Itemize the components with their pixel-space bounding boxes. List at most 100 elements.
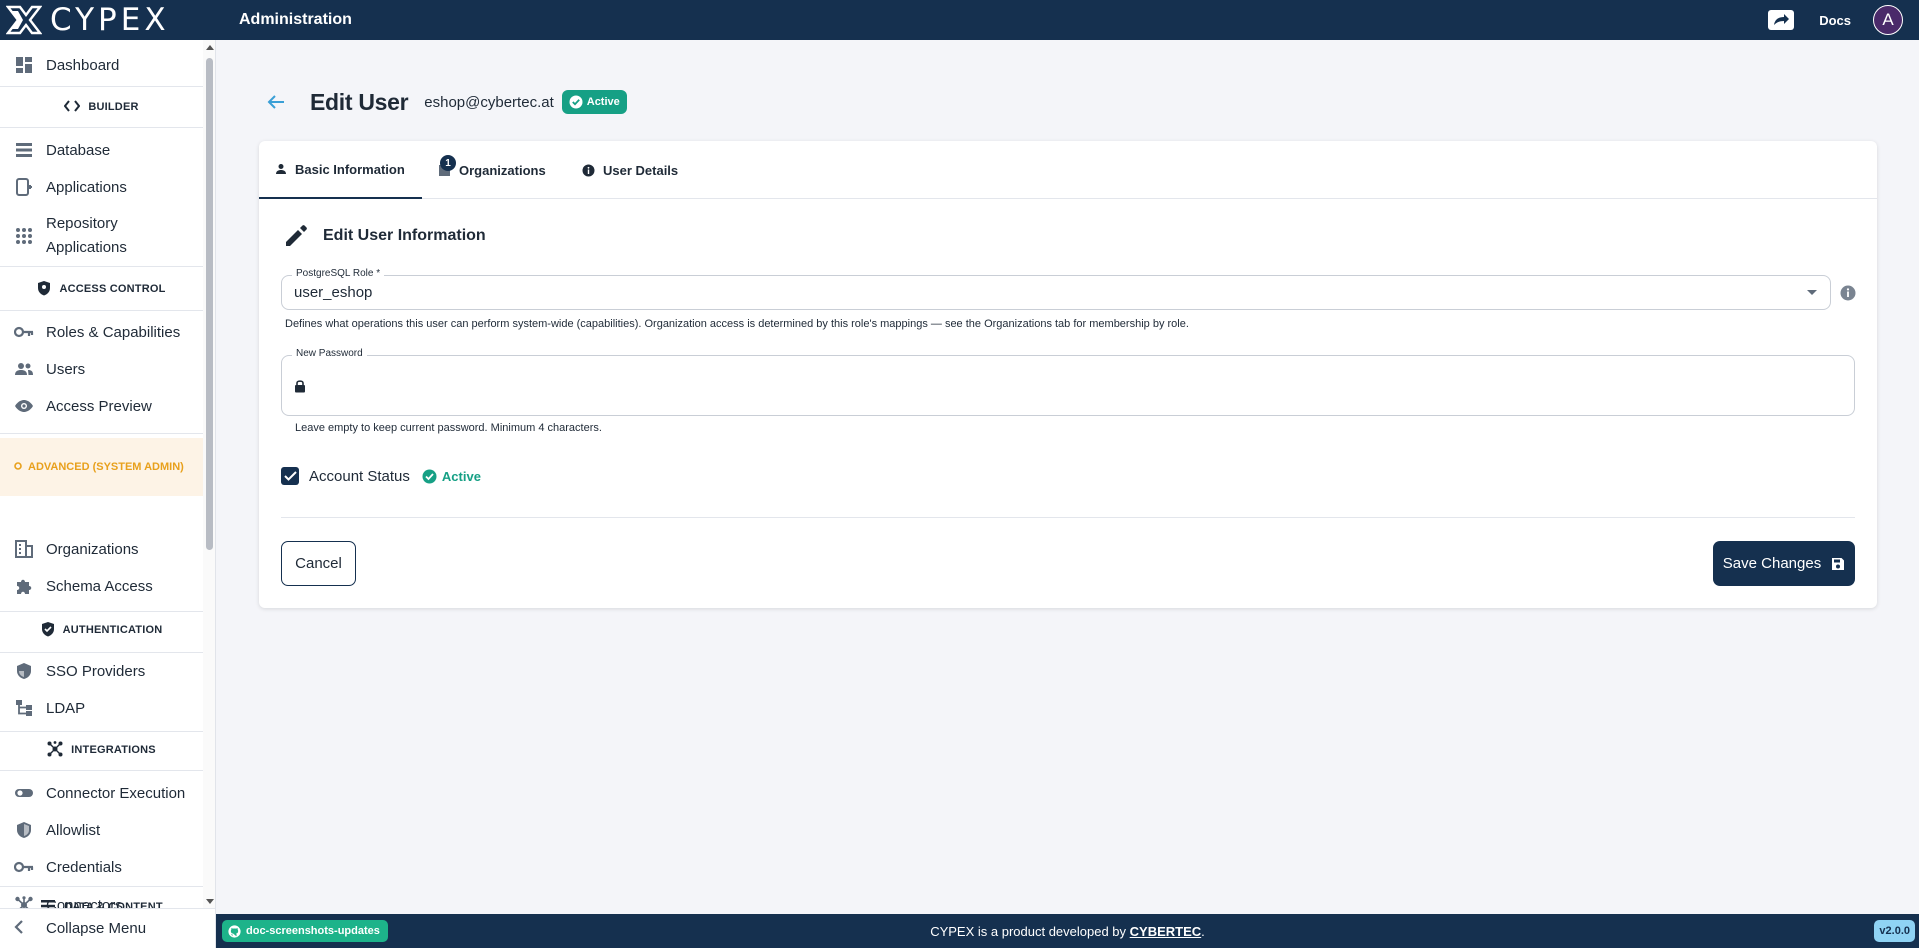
info-icon [582,164,595,176]
section-label: BUILDER [88,101,139,113]
back-button[interactable] [264,90,288,114]
scroll-up-arrow[interactable] [206,45,214,50]
section-access-control: ACCESS CONTROL [0,280,203,298]
role-field-label: PostgreSQL Role * [292,268,385,279]
page-title: Edit User [310,88,409,115]
app-title: Administration [239,11,352,28]
role-info-icon[interactable] [1840,285,1856,301]
toggle-icon [14,783,34,803]
sidebar-item-label: Access Preview [46,397,152,415]
save-button-label: Save Changes [1722,555,1822,572]
label-line-2: Applications [46,239,127,256]
password-input[interactable] [316,374,1816,398]
section-authentication: AUTHENTICATION [0,621,203,639]
save-changes-button[interactable]: Save Changes [1713,541,1855,586]
section-title: Edit User Information [323,227,486,244]
postgresql-role-select[interactable]: PostgreSQL Role * user_eshop [281,268,1831,310]
user-avatar[interactable]: A [1873,5,1903,35]
page-header: Edit User eshop@cybertec.at Active [264,84,627,120]
sidebar-item-credentials[interactable]: Credentials [0,855,203,879]
sidebar-item-label: Users [46,360,86,378]
sidebar-item-label: Connector Execution [46,784,186,802]
sidebar-item-organizations[interactable]: Organizations [0,537,203,561]
sidebar-item-access-preview[interactable]: Access Preview [0,394,203,418]
cypex-logo-icon [6,5,42,35]
section-builder: BUILDER [0,98,203,116]
puzzle-icon [14,576,34,596]
docs-link[interactable]: Docs [1819,13,1851,28]
tab-organizations[interactable]: 1 Organizations [422,141,572,199]
cypex-logo[interactable]: CYPEX [0,0,216,40]
sidebar-item-connector-execution[interactable]: Connector Execution [0,781,203,805]
form-divider [281,517,1855,518]
scroll-down-arrow[interactable] [206,899,214,904]
status-badge: Active [561,90,627,114]
account-status-checkbox[interactable] [281,467,299,485]
sidebar-scrollbar[interactable] [203,40,215,908]
section-label: AUTHENTICATION [62,624,163,636]
sidebar-item-label: Credentials [46,858,122,876]
sidebar-item-ldap[interactable]: LDAP [0,696,203,720]
password-helper-text: Leave empty to keep current password. Mi… [295,422,602,434]
dropdown-arrow-icon [1807,290,1817,295]
cybertec-link[interactable]: CYBERTEC [1130,924,1202,939]
tab-label: Organizations [459,162,546,178]
sidebar-item-label: Repository Applications [46,212,127,260]
sidebar-item-users[interactable]: Users [0,357,203,381]
collapse-label: Collapse Menu [46,920,147,937]
check-circle-icon [422,469,437,483]
collapse-menu-button[interactable]: Collapse Menu [0,908,215,948]
tab-label: Basic Information [295,161,405,177]
shield-half-icon [14,820,34,840]
logo-text: CYPEX [50,1,170,38]
sidebar-item-label: Roles & Capabilities [46,323,181,341]
checkmark-icon [283,471,297,481]
share-button[interactable] [1765,8,1797,32]
account-status-indicator: Active [422,469,481,484]
edit-user-card: Basic Information 1 Organizations User D… [259,141,1877,608]
top-bar: CYPEX Administration Docs A [0,0,1919,40]
key-icon [14,322,34,342]
tab-basic-information[interactable]: Basic Information [259,141,422,199]
sidebar-item-database[interactable]: Database [0,138,203,162]
shield-icon [37,280,51,299]
database-icon [14,140,34,160]
footer-credit: CYPEX is a product developed by CYBERTEC… [216,924,1919,939]
sidebar-item-allowlist[interactable]: Allowlist [0,818,203,842]
sidebar-item-schema-access[interactable]: Schema Access [0,574,203,598]
sidebar-item-dashboard[interactable]: Dashboard [0,52,203,78]
warning-dot-icon [14,461,22,473]
tab-label: User Details [603,162,679,178]
code-icon [64,99,81,115]
role-field-value: user_eshop [294,284,373,301]
footer-text-prefix: CYPEX is a product developed by [930,923,1130,939]
app-add-icon [14,177,34,197]
footer-text-suffix: . [1201,923,1205,939]
sidebar-item-label: LDAP [46,699,86,717]
cancel-button[interactable]: Cancel [281,541,356,586]
share-icon [1768,10,1795,30]
verified-shield-icon [41,621,55,640]
sidebar: Dashboard BUILDER Database Applications … [0,40,216,948]
arrow-left-icon [267,95,284,109]
tab-bar: Basic Information 1 Organizations User D… [259,141,1877,199]
section-label: INTEGRATIONS [71,744,156,756]
scroll-thumb[interactable] [206,58,213,550]
section-integrations: INTEGRATIONS [0,740,203,760]
sidebar-item-label: Applications [46,178,127,196]
version-badge: v2.0.0 [1874,920,1915,942]
key-icon [14,857,34,877]
sidebar-item-label: Dashboard [46,56,120,74]
password-field-label: New Password [292,348,367,359]
section-label: ADVANCED (SYSTEM ADMIN) [28,461,184,473]
sidebar-item-roles[interactable]: Roles & Capabilities [0,320,203,344]
sidebar-item-applications[interactable]: Applications [0,175,203,199]
hub-icon [47,740,63,760]
sidebar-item-repository-applications[interactable]: Repository Applications [0,212,203,260]
new-password-field[interactable]: New Password [281,348,1855,416]
tree-icon [14,698,34,718]
sidebar-item-label: Allowlist [46,821,101,839]
sidebar-item-label: Database [46,141,111,159]
tab-user-details[interactable]: User Details [566,141,696,199]
sidebar-item-sso[interactable]: SSO Providers [0,659,203,683]
